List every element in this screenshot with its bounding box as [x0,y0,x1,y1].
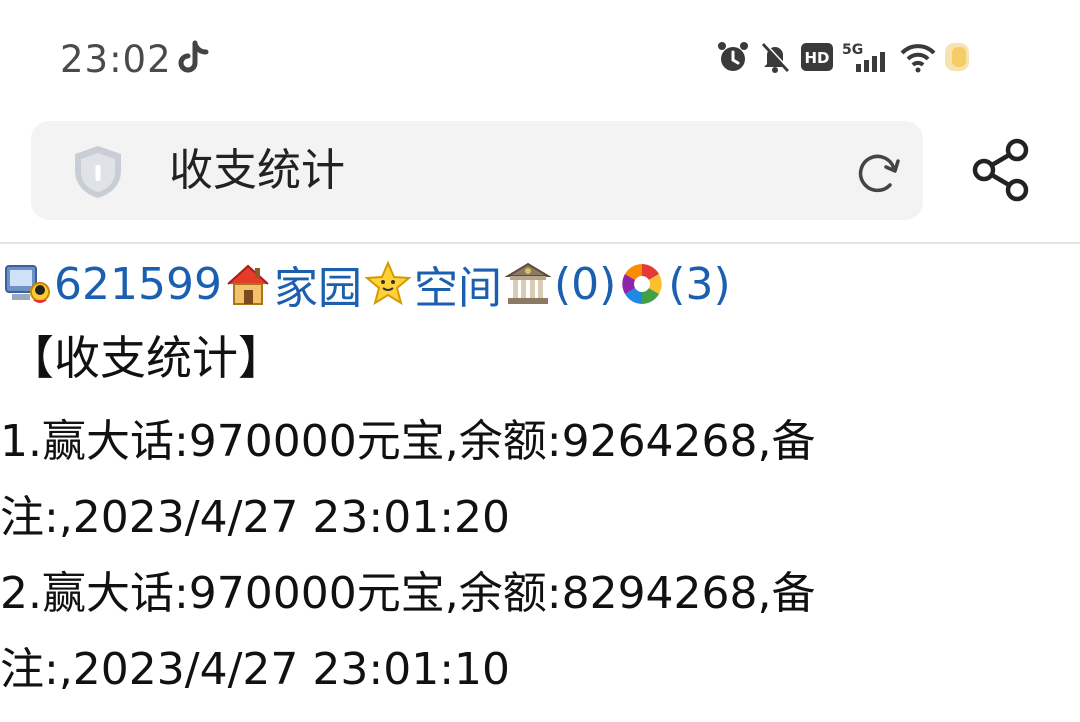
list-item: 注:,2023/4/27 23:01:20 [0,492,511,543]
tiktok-icon [178,40,209,73]
shield-icon[interactable] [69,143,127,201]
battery-icon [945,43,969,71]
svg-text:HD: HD [804,49,829,67]
list-item: 注:,2023/4/27 23:01:10 [0,644,511,695]
space-link[interactable]: 空间 [414,252,502,316]
photo-aperture-icon [622,264,663,304]
section-title: 【收支统计】 [8,331,284,385]
alarm-icon [718,42,748,71]
reload-icon[interactable] [853,147,903,197]
home-icon [227,264,269,305]
5g-signal-icon: 5G [842,42,885,72]
browser-page: 23:02 HD 5G 收支统计 621599 家园 空间 (0) (3) 【收… [0,0,1080,722]
user-id-link[interactable]: 621599 [54,259,222,310]
status-icons: HD 5G [716,40,970,74]
address-divider [0,242,1080,244]
page-title[interactable]: 收支统计 [169,143,345,199]
list-item: 1.赢大话:970000元宝,余额:9264268,备 [0,416,816,467]
home-link[interactable]: 家园 [274,252,362,316]
share-icon[interactable] [970,137,1032,203]
wifi-icon [900,44,936,73]
list-item: 2.赢大话:970000元宝,余额:8294268,备 [0,568,816,619]
hd-icon: HD [801,43,833,71]
bank-count-link[interactable]: (0) [554,259,616,310]
user-computer-icon [5,265,50,303]
svg-text:5G: 5G [842,42,863,58]
entries-list: 1.赢大话:970000元宝,余额:9264268,备 注:,2023/4/27… [0,404,1080,708]
status-time: 23:02 [60,38,172,81]
address-bar[interactable]: 收支统计 [31,121,923,220]
mute-icon [761,42,791,73]
photo-count-link[interactable]: (3) [668,259,730,310]
star-icon [364,260,412,306]
bank-icon [504,262,552,304]
nav-row: 621599 家园 空间 (0) (3) [2,254,731,314]
status-bar: 23:02 HD 5G [0,0,1080,110]
